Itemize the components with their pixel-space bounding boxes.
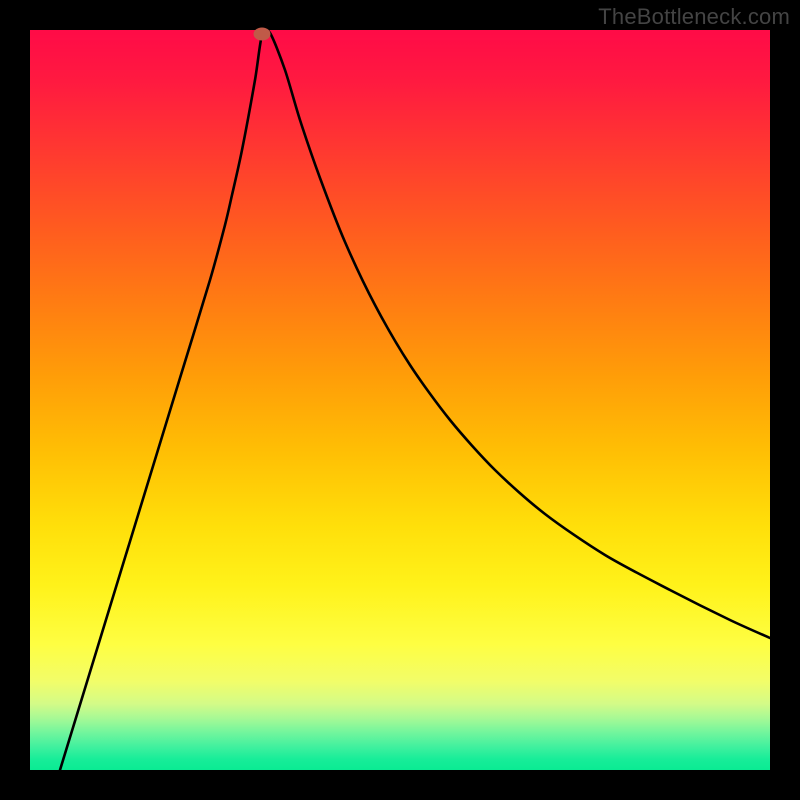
- optimal-point-marker: [254, 28, 271, 41]
- bottleneck-curve-svg: [30, 30, 770, 770]
- watermark-text: TheBottleneck.com: [598, 4, 790, 30]
- chart-plot-area: [30, 30, 770, 770]
- bottleneck-curve: [60, 30, 770, 770]
